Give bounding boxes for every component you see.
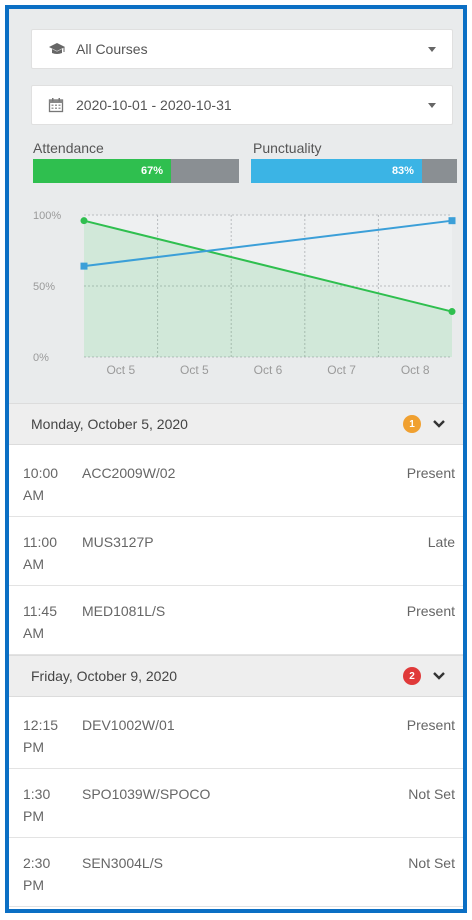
punctuality-label: Punctuality xyxy=(253,140,322,156)
session-status: Late xyxy=(427,534,455,550)
session-course: MUS3127P xyxy=(82,534,154,550)
series-point xyxy=(80,262,88,270)
punctuality-bar: 83% xyxy=(251,159,457,183)
date-range-select[interactable]: 2020-10-01 - 2020-10-31 xyxy=(31,85,453,125)
session-course: SPO1039W/SPOCO xyxy=(82,786,211,802)
chevron-down-icon[interactable] xyxy=(431,416,447,432)
session-row[interactable]: 11:45 AM MED1081L/S Present xyxy=(9,586,463,655)
session-time: 1:30 PM xyxy=(23,786,51,824)
session-time: 10:00 AM xyxy=(23,465,59,503)
x-tick-label: Oct 5 xyxy=(106,363,135,377)
session-status: Present xyxy=(406,603,455,619)
y-tick-label: 0% xyxy=(33,352,49,364)
course-select[interactable]: All Courses xyxy=(31,29,453,69)
session-time: 11:00 AM xyxy=(23,534,57,572)
attendance-chart: 100% 50% 0% Oct 5 Oct 5 Oct 6 Oct 7 Oct 8 xyxy=(33,210,456,377)
punctuality-bar-fill: 83% xyxy=(251,159,422,183)
day-header[interactable]: Friday, October 9, 2020 2 xyxy=(9,655,463,697)
graduation-cap-icon xyxy=(48,42,70,56)
chevron-down-icon xyxy=(428,46,436,52)
y-tick-label: 100% xyxy=(33,210,61,222)
series-point xyxy=(448,308,456,316)
day-count-badge: 2 xyxy=(403,667,421,685)
date-range-value: 2020-10-01 - 2020-10-31 xyxy=(76,97,232,113)
attendance-value: 67% xyxy=(140,165,164,177)
session-course: SEN3004L/S xyxy=(82,855,163,871)
chevron-down-icon xyxy=(428,102,436,108)
session-status: Present xyxy=(406,717,455,733)
session-course: DEV1002W/01 xyxy=(82,717,175,733)
session-row[interactable]: 11:00 AM MUS3127P Late xyxy=(9,517,463,586)
session-row[interactable]: 10:00 AM ACC2009W/02 Present xyxy=(9,448,463,517)
session-status: Not Set xyxy=(408,855,455,871)
attendance-bar-fill: 67% xyxy=(33,159,172,183)
filters-section: All Courses 2020-10-01 - 2020-10-31 Atte… xyxy=(9,9,463,403)
calendar-icon xyxy=(48,97,70,113)
series-point xyxy=(80,217,88,225)
session-row[interactable]: 1:30 PM SPO1039W/SPOCO Not Set xyxy=(9,769,463,838)
attendance-label: Attendance xyxy=(33,140,104,156)
x-tick-label: Oct 6 xyxy=(254,363,283,377)
course-select-value: All Courses xyxy=(76,41,148,57)
session-row[interactable]: 2:30 PM SEN3004L/S Not Set xyxy=(9,838,463,907)
session-course: ACC2009W/02 xyxy=(82,465,176,481)
x-tick-label: Oct 5 xyxy=(180,363,209,377)
session-row[interactable]: 12:15 PM DEV1002W/01 Present xyxy=(9,700,463,769)
attendance-bar: 67% xyxy=(33,159,239,183)
session-course: MED1081L/S xyxy=(82,603,166,619)
series-point xyxy=(448,217,456,225)
chevron-down-icon[interactable] xyxy=(431,668,447,684)
day-title: Friday, October 9, 2020 xyxy=(31,668,178,684)
session-time: 11:45 AM xyxy=(23,603,57,641)
attendance-panel: All Courses 2020-10-01 - 2020-10-31 Atte… xyxy=(5,5,467,913)
session-status: Not Set xyxy=(408,786,455,802)
x-tick-label: Oct 7 xyxy=(327,363,356,377)
session-time: 12:15 PM xyxy=(23,717,59,755)
session-status: Present xyxy=(406,465,455,481)
day-title: Monday, October 5, 2020 xyxy=(31,416,188,432)
x-tick-label: Oct 8 xyxy=(401,363,430,377)
punctuality-value: 83% xyxy=(391,165,414,177)
session-time: 2:30 PM xyxy=(23,855,51,893)
day-header[interactable]: Monday, October 5, 2020 1 xyxy=(9,403,463,445)
y-tick-label: 50% xyxy=(33,281,55,293)
day-count-badge: 1 xyxy=(403,415,421,433)
